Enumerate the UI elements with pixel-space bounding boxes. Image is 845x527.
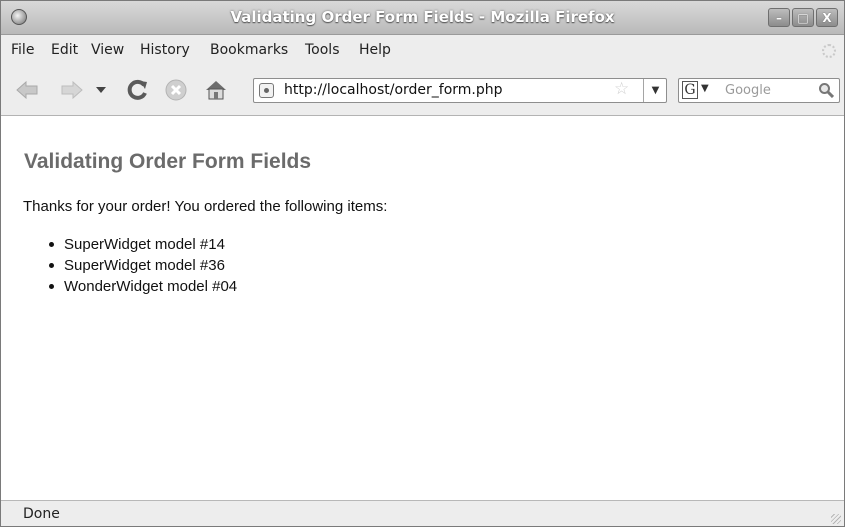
search-engine-dropdown-icon[interactable]: ▼	[701, 83, 709, 94]
url-text[interactable]: http://localhost/order_form.php	[284, 82, 503, 98]
search-input[interactable]: Google	[725, 83, 771, 98]
window-controls: – □ X	[768, 8, 838, 27]
resize-grip-icon[interactable]	[831, 514, 841, 524]
order-intro-text: Thanks for your order! You ordered the f…	[23, 198, 388, 215]
page-content: Validating Order Form Fields Thanks for …	[1, 116, 844, 500]
menu-view[interactable]: View	[91, 42, 124, 58]
menu-tools[interactable]: Tools	[305, 42, 340, 58]
minimize-button[interactable]: –	[768, 8, 790, 27]
menu-file[interactable]: File	[11, 42, 34, 58]
magnifier-icon[interactable]	[818, 82, 835, 99]
menu-bookmarks[interactable]: Bookmarks	[210, 42, 288, 58]
stop-icon[interactable]	[164, 78, 188, 102]
home-icon[interactable]	[204, 78, 228, 102]
ordered-items-list: SuperWidget model #14 SuperWidget model …	[29, 234, 237, 297]
close-button[interactable]: X	[816, 8, 838, 27]
site-identity-icon[interactable]	[259, 83, 274, 98]
menu-bar: File Edit View History Bookmarks Tools H…	[1, 35, 844, 65]
menu-help[interactable]: Help	[359, 42, 391, 58]
history-dropdown-icon[interactable]	[93, 78, 109, 102]
browser-window: Validating Order Form Fields - Mozilla F…	[0, 0, 845, 527]
forward-arrow-icon[interactable]	[60, 78, 84, 102]
list-item: WonderWidget model #04	[29, 276, 237, 297]
maximize-button[interactable]: □	[792, 8, 814, 27]
url-bar[interactable]: http://localhost/order_form.php ☆ ▼	[253, 78, 667, 103]
window-title: Validating Order Form Fields - Mozilla F…	[230, 8, 615, 26]
search-engine-icon[interactable]: G	[682, 81, 698, 99]
search-bar[interactable]: G ▼ Google	[678, 78, 840, 103]
status-text: Done	[23, 506, 60, 522]
menu-history[interactable]: History	[140, 42, 190, 58]
url-history-dropdown-icon[interactable]: ▼	[643, 79, 667, 102]
throbber-icon	[822, 44, 836, 58]
status-bar: Done	[1, 500, 844, 526]
back-arrow-icon[interactable]	[15, 78, 39, 102]
reload-icon[interactable]	[126, 78, 150, 102]
bookmark-star-icon[interactable]: ☆	[614, 79, 629, 99]
title-bar[interactable]: Validating Order Form Fields - Mozilla F…	[1, 1, 844, 35]
navigation-toolbar: http://localhost/order_form.php ☆ ▼ G ▼ …	[1, 65, 844, 116]
menu-edit[interactable]: Edit	[51, 42, 78, 58]
list-item: SuperWidget model #14	[29, 234, 237, 255]
page-title: Validating Order Form Fields	[24, 150, 312, 173]
list-item: SuperWidget model #36	[29, 255, 237, 276]
